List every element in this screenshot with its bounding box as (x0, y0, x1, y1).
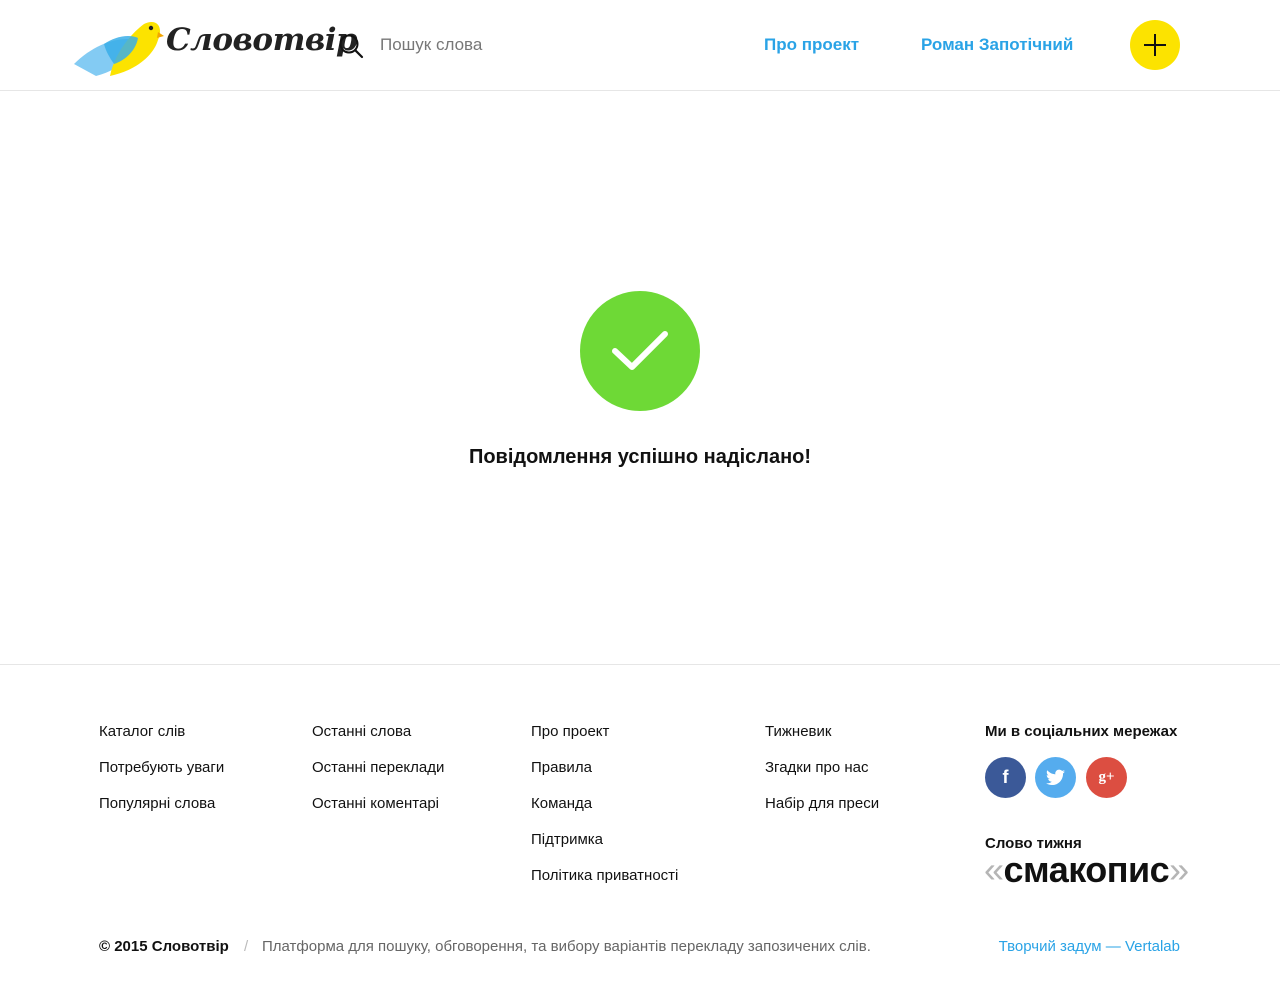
logo-text: Словотвір (166, 22, 358, 58)
footer-column-recent: Останні слова Останні переклади Останні … (312, 721, 444, 829)
footer-separator: / (244, 938, 249, 955)
footer-column-project: Про проект Правила Команда Підтримка Пол… (531, 721, 678, 901)
site-footer: Каталог слів Потребують уваги Популярні … (0, 664, 1280, 992)
google-plus-icon: g+ (1098, 769, 1115, 785)
success-message: Повідомлення успішно надіслано! (468, 446, 812, 468)
word-of-week-link[interactable]: «смакопис» (984, 849, 1189, 891)
nav-about-link[interactable]: Про проект (764, 35, 859, 55)
nav-user-link[interactable]: Роман Запотічний (921, 35, 1073, 55)
footer-column-catalog: Каталог слів Потребують уваги Популярні … (99, 721, 224, 829)
success-indicator (580, 291, 700, 411)
twitter-icon (1046, 769, 1065, 786)
logo-link[interactable]: Словотвір (74, 14, 358, 78)
search-icon[interactable] (338, 33, 364, 59)
footer-link-press-kit[interactable]: Набір для преси (765, 793, 879, 829)
add-word-button[interactable] (1130, 20, 1180, 70)
footer-link-popular-words[interactable]: Популярні слова (99, 793, 224, 829)
word-of-week: смакопис (1003, 849, 1170, 890)
social-title: Ми в соціальних мережах (985, 723, 1178, 740)
plus-icon (1144, 34, 1166, 56)
facebook-button[interactable]: f (985, 757, 1026, 798)
footer-link-team[interactable]: Команда (531, 793, 678, 829)
google-plus-button[interactable]: g+ (1086, 757, 1127, 798)
credits-link[interactable]: Творчий задум — Vertalab (999, 936, 1180, 958)
footer-link-support[interactable]: Підтримка (531, 829, 678, 865)
site-header: Словотвір Про проект Роман Запотічний (0, 0, 1280, 91)
footer-link-recent-words[interactable]: Останні слова (312, 721, 444, 757)
footer-link-about[interactable]: Про проект (531, 721, 678, 757)
footer-column-press: Тижневик Згадки про нас Набір для преси (765, 721, 879, 829)
footer-link-recent-translations[interactable]: Останні переклади (312, 757, 444, 793)
footer-link-weekly[interactable]: Тижневик (765, 721, 879, 757)
facebook-icon: f (1002, 767, 1009, 787)
footer-tagline: Платформа для пошуку, обговорення, та ви… (262, 938, 871, 955)
footer-link-rules[interactable]: Правила (531, 757, 678, 793)
footer-link-privacy[interactable]: Політика приватності (531, 865, 678, 901)
checkmark-icon (612, 331, 668, 370)
footer-link-need-attention[interactable]: Потребують уваги (99, 757, 224, 793)
bird-logo-icon (74, 21, 164, 76)
footer-link-mentions[interactable]: Згадки про нас (765, 757, 879, 793)
footer-link-recent-comments[interactable]: Останні коментарі (312, 793, 444, 829)
twitter-button[interactable] (1035, 757, 1076, 798)
search-input[interactable] (380, 30, 680, 60)
copyright: © 2015 Словотвір (99, 938, 229, 955)
footer-link-catalog[interactable]: Каталог слів (99, 721, 224, 757)
quote-open: « (984, 849, 1004, 890)
quote-close: » (1169, 849, 1189, 890)
